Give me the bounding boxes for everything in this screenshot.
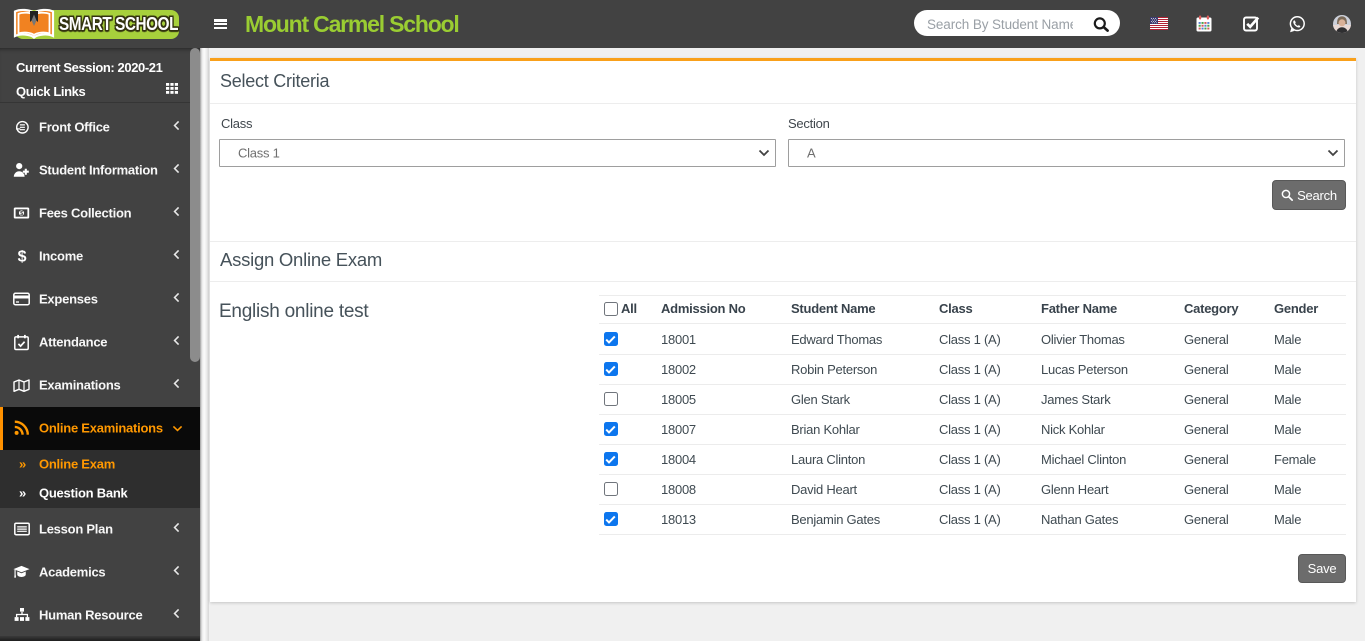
svg-text:$: $ <box>17 249 26 265</box>
svg-text:$: $ <box>20 211 23 217</box>
